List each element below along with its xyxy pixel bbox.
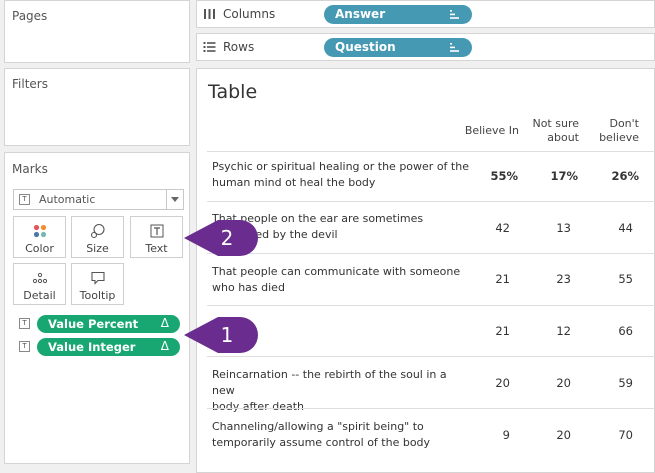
row-divider	[207, 356, 655, 357]
detail-dots-icon	[14, 270, 65, 286]
question-line: who has died	[212, 281, 285, 294]
cell-believe-in[interactable]: 21	[460, 272, 510, 286]
row-divider	[207, 201, 655, 202]
question-label[interactable]: Psychic or spiritual healing or the powe…	[212, 159, 472, 191]
cell-believe-in[interactable]: 21	[460, 324, 510, 338]
cell-dont-believe[interactable]: 66	[583, 324, 633, 338]
header-dont-believe[interactable]: Don't believe	[577, 117, 639, 145]
marks-card: Marks T Automatic Color Size Text Detail…	[4, 152, 190, 464]
delta-icon: Δ	[160, 316, 169, 330]
text-icon	[131, 223, 182, 239]
size-icon	[72, 223, 123, 239]
value-integer-pill[interactable]: Value Integer Δ	[37, 338, 180, 356]
columns-label: Columns	[223, 7, 276, 21]
header-line: believe	[599, 131, 639, 144]
cell-dont-believe[interactable]: 59	[583, 376, 633, 390]
row-divider	[207, 151, 655, 152]
pages-card[interactable]: Pages	[4, 0, 190, 63]
cell-dont-believe[interactable]: 44	[583, 221, 633, 235]
header-believe-in[interactable]: Believe In	[459, 124, 519, 138]
color-label: Color	[25, 242, 54, 255]
delta-icon: Δ	[160, 339, 169, 353]
cell-believe-in[interactable]: 20	[460, 376, 510, 390]
tooltip-icon	[72, 270, 123, 286]
callout-number: 1	[220, 323, 234, 347]
pill-label: Value Percent	[48, 317, 139, 331]
cell-not-sure[interactable]: 23	[521, 272, 571, 286]
question-line: temporarily assume control of the body	[212, 436, 431, 449]
row-divider	[207, 305, 655, 306]
cell-not-sure[interactable]: 20	[521, 428, 571, 442]
detail-label: Detail	[23, 289, 56, 302]
worksheet-title: Table	[208, 81, 258, 103]
pages-title: Pages	[12, 9, 48, 23]
cell-believe-in[interactable]: 9	[460, 428, 510, 442]
header-line: Believe In	[464, 124, 519, 137]
value-percent-pill[interactable]: Value Percent Δ	[37, 315, 180, 333]
question-line: Psychic or spiritual healing or the powe…	[212, 160, 469, 173]
rows-label: Rows	[223, 40, 255, 54]
text-field-icon: T	[19, 341, 30, 352]
size-label: Size	[86, 242, 109, 255]
rows-shelf[interactable]: Rows Question	[196, 33, 655, 61]
question-line: Reincarnation -- the rebirth of the soul…	[212, 368, 447, 397]
columns-icon	[204, 9, 215, 19]
cell-dont-believe[interactable]: 26%	[589, 169, 639, 183]
question-line: That people can communicate with someone	[212, 265, 461, 278]
question-label[interactable]: That people can communicate with someone…	[212, 264, 472, 296]
header-line: Don't	[609, 117, 639, 130]
row-divider	[207, 253, 655, 254]
question-label[interactable]: Channeling/allowing a "spirit being" to …	[212, 419, 472, 451]
cell-dont-believe[interactable]: 55	[583, 272, 633, 286]
cell-believe-in[interactable]: 55%	[468, 169, 518, 183]
text-button[interactable]: Text	[130, 216, 183, 258]
marks-title: Marks	[12, 162, 48, 176]
row-divider	[207, 408, 655, 409]
question-line: Channeling/allowing a "spirit being" to	[212, 420, 424, 433]
sort-icon	[450, 10, 459, 19]
answer-pill[interactable]: Answer	[324, 5, 472, 24]
mark-type-dropdown[interactable]: T Automatic	[13, 189, 184, 210]
filters-card[interactable]: Filters	[4, 68, 190, 146]
color-button[interactable]: Color	[13, 216, 66, 258]
color-dots-icon	[14, 223, 65, 239]
question-line: human mind ot heal the body	[212, 176, 376, 189]
cell-not-sure[interactable]: 20	[521, 376, 571, 390]
chevron-down-icon[interactable]	[166, 190, 183, 209]
size-button[interactable]: Size	[71, 216, 124, 258]
callout-2: 2	[182, 218, 260, 258]
text-field-icon: T	[19, 318, 30, 329]
cell-not-sure[interactable]: 13	[521, 221, 571, 235]
text-mark-icon: T	[19, 194, 30, 205]
pill-label: Question	[335, 40, 396, 54]
callout-1: 1	[182, 315, 260, 355]
rows-icon	[203, 42, 216, 52]
header-not-sure[interactable]: Not sure about	[517, 117, 579, 145]
worksheet-view: Table Believe In Not sure about Don't be…	[196, 68, 655, 473]
tooltip-button[interactable]: Tooltip	[71, 263, 124, 305]
pill-label: Value Integer	[48, 340, 136, 354]
header-line: about	[547, 131, 579, 144]
header-line: Not sure	[532, 117, 579, 130]
mark-type-label: Automatic	[39, 193, 96, 206]
filters-title: Filters	[12, 77, 48, 91]
detail-button[interactable]: Detail	[13, 263, 66, 305]
tooltip-label: Tooltip	[79, 289, 116, 302]
pill-label: Answer	[335, 7, 386, 21]
columns-shelf[interactable]: Columns Answer	[196, 0, 655, 28]
question-pill[interactable]: Question	[324, 38, 472, 57]
callout-number: 2	[220, 226, 234, 250]
question-line: body after death	[212, 400, 304, 413]
cell-believe-in[interactable]: 42	[460, 221, 510, 235]
cell-dont-believe[interactable]: 70	[583, 428, 633, 442]
sort-icon	[450, 43, 459, 52]
cell-not-sure[interactable]: 17%	[528, 169, 578, 183]
cell-not-sure[interactable]: 12	[521, 324, 571, 338]
text-label: Text	[145, 242, 168, 255]
